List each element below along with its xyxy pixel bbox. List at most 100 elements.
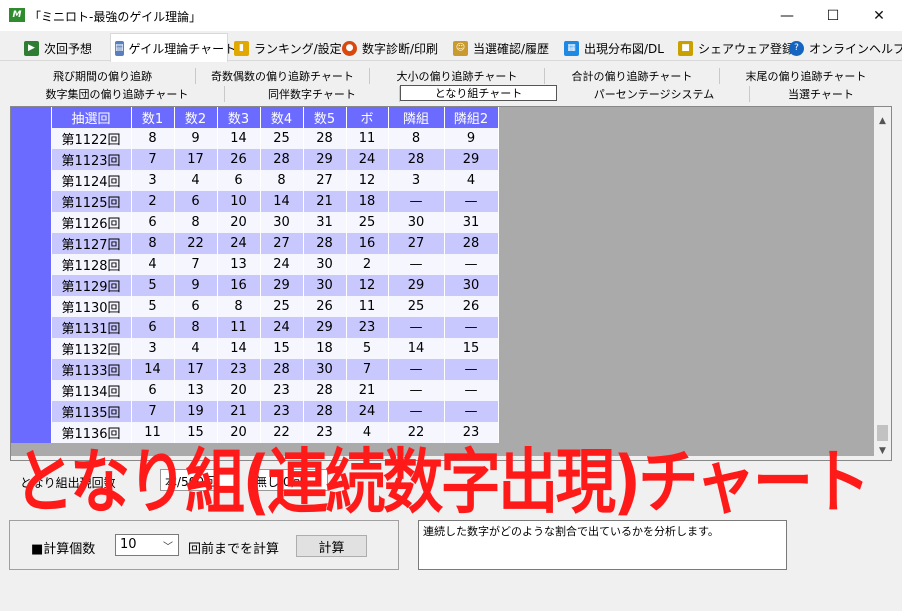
table-cell[interactable]: 28: [444, 233, 499, 254]
table-cell[interactable]: 31: [303, 212, 347, 233]
table-cell[interactable]: —: [444, 191, 499, 212]
table-cell[interactable]: 22: [260, 422, 304, 443]
table-row[interactable]: 第1132回 3 4 14 15 18 5 14 15: [11, 338, 499, 359]
subtab-number-group[interactable]: 数字集団の偏り追跡チャート: [10, 86, 225, 102]
col-num4[interactable]: 数4: [260, 107, 304, 128]
table-cell[interactable]: 4: [174, 170, 218, 191]
table-cell[interactable]: 21: [346, 380, 389, 401]
table-cell[interactable]: 20: [217, 212, 261, 233]
table-cell[interactable]: 28: [303, 233, 347, 254]
table-cell[interactable]: 第1124回: [51, 170, 132, 191]
table-cell[interactable]: 8: [260, 170, 304, 191]
row-header[interactable]: [11, 401, 52, 422]
table-cell[interactable]: 19: [174, 401, 218, 422]
table-cell[interactable]: 24: [346, 401, 389, 422]
table-cell[interactable]: 11: [346, 128, 389, 149]
table-cell[interactable]: 23: [217, 359, 261, 380]
tab-number-diagnosis[interactable]: ● 数字診断/印刷: [338, 35, 438, 61]
table-cell[interactable]: 24: [260, 254, 304, 275]
table-row[interactable]: 第1128回 4 7 13 24 30 2— —: [11, 254, 499, 275]
table-cell[interactable]: 22: [174, 233, 218, 254]
tab-gale-chart[interactable]: ▤ ゲイル理論チャート: [110, 33, 236, 62]
table-cell[interactable]: 16: [217, 275, 261, 296]
table-cell[interactable]: 8: [174, 317, 218, 338]
scroll-thumb[interactable]: [877, 425, 888, 441]
table-cell[interactable]: 7: [131, 401, 175, 422]
table-cell[interactable]: 30: [303, 275, 347, 296]
table-row[interactable]: 第1124回 3 4 6 8 27 12 3 4: [11, 170, 499, 191]
table-cell[interactable]: —: [388, 359, 445, 380]
table-cell[interactable]: 12: [346, 170, 389, 191]
tab-ranking-settings[interactable]: ▮ ランキング/設定: [230, 35, 342, 61]
subtab-odd-even[interactable]: 奇数偶数の偏り追跡チャート: [196, 68, 370, 84]
row-header[interactable]: [11, 170, 52, 191]
table-cell[interactable]: —: [388, 380, 445, 401]
table-cell[interactable]: 2: [131, 191, 175, 212]
table-cell[interactable]: 29: [303, 317, 347, 338]
table-cell[interactable]: 7: [131, 149, 175, 170]
table-cell[interactable]: 第1130回: [51, 296, 132, 317]
table-cell[interactable]: 18: [303, 338, 347, 359]
table-cell[interactable]: 27: [260, 233, 304, 254]
table-cell[interactable]: 24: [260, 317, 304, 338]
table-row[interactable]: 第1136回 11 15 20 22 23 4 22 23: [11, 422, 499, 443]
table-row[interactable]: 第1134回 6 13 20 23 28 21— —: [11, 380, 499, 401]
col-neighbor1[interactable]: 隣組: [388, 107, 445, 128]
vertical-scrollbar[interactable]: ▲ ▼: [874, 107, 891, 460]
close-button[interactable]: ✕: [856, 0, 902, 31]
table-cell[interactable]: 21: [217, 401, 261, 422]
table-cell[interactable]: 第1131回: [51, 317, 132, 338]
table-cell[interactable]: 28: [303, 380, 347, 401]
table-cell[interactable]: 15: [260, 338, 304, 359]
table-cell[interactable]: 25: [260, 296, 304, 317]
table-cell[interactable]: 15: [174, 422, 218, 443]
row-header[interactable]: [11, 338, 52, 359]
table-cell[interactable]: —: [444, 254, 499, 275]
scroll-up-icon[interactable]: ▲: [874, 112, 891, 129]
table-cell[interactable]: 28: [260, 149, 304, 170]
table-cell[interactable]: 4: [346, 422, 389, 443]
table-cell[interactable]: 16: [346, 233, 389, 254]
table-cell[interactable]: 第1132回: [51, 338, 132, 359]
table-cell[interactable]: 8: [217, 296, 261, 317]
table-cell[interactable]: 24: [217, 233, 261, 254]
table-cell[interactable]: 29: [388, 275, 445, 296]
table-cell[interactable]: 29: [303, 149, 347, 170]
row-header[interactable]: [11, 212, 52, 233]
col-num2[interactable]: 数2: [174, 107, 218, 128]
col-num3[interactable]: 数3: [217, 107, 261, 128]
subtab-last-digit[interactable]: 末尾の偏り追跡チャート: [720, 68, 892, 84]
table-cell[interactable]: 第1136回: [51, 422, 132, 443]
scroll-down-icon[interactable]: ▼: [874, 442, 891, 459]
table-cell[interactable]: 3: [131, 338, 175, 359]
table-row[interactable]: 第1123回 7 17 26 28 29 24 28 29: [11, 149, 499, 170]
table-row[interactable]: 第1122回 8 9 14 25 28 11 8 9: [11, 128, 499, 149]
tab-shareware[interactable]: ■ シェアウェア登録: [674, 35, 794, 61]
table-cell[interactable]: —: [444, 359, 499, 380]
table-cell[interactable]: 25: [260, 128, 304, 149]
table-cell[interactable]: 5: [131, 296, 175, 317]
table-cell[interactable]: 7: [174, 254, 218, 275]
table-cell[interactable]: 第1129回: [51, 275, 132, 296]
table-cell[interactable]: 17: [174, 149, 218, 170]
tab-next-prediction[interactable]: ▶ 次回予想: [20, 35, 92, 61]
col-draw[interactable]: 抽選回: [51, 107, 132, 128]
table-cell[interactable]: 9: [174, 128, 218, 149]
table-cell[interactable]: 26: [303, 296, 347, 317]
row-header[interactable]: [11, 422, 52, 443]
table-cell[interactable]: 25: [346, 212, 389, 233]
row-header[interactable]: [11, 254, 52, 275]
table-cell[interactable]: 3: [388, 170, 445, 191]
table-cell[interactable]: 10: [217, 191, 261, 212]
table-cell[interactable]: 11: [131, 422, 175, 443]
table-cell[interactable]: 7: [346, 359, 389, 380]
table-cell[interactable]: 15: [444, 338, 499, 359]
subtab-sum[interactable]: 合計の偏り追跡チャート: [545, 68, 720, 84]
table-cell[interactable]: 8: [131, 233, 175, 254]
tab-win-history[interactable]: ☺ 当選確認/履歴: [449, 35, 549, 61]
table-row[interactable]: 第1131回 6 8 11 24 29 23— —: [11, 317, 499, 338]
table-cell[interactable]: —: [388, 191, 445, 212]
table-cell[interactable]: 6: [131, 317, 175, 338]
table-cell[interactable]: 30: [303, 359, 347, 380]
row-header[interactable]: [11, 128, 52, 149]
